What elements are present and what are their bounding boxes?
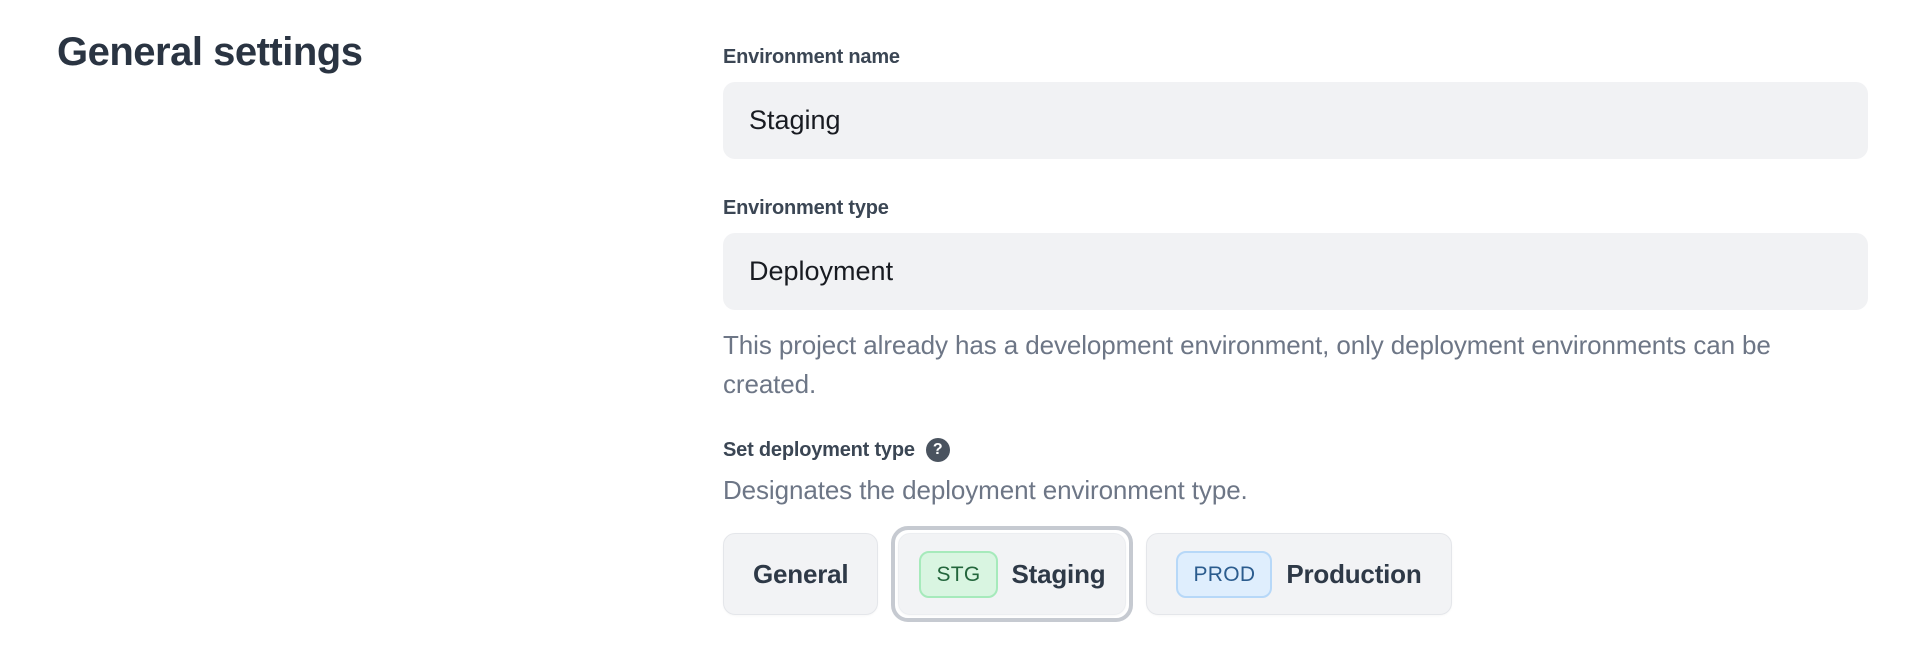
deployment-type-options: General STG Staging PROD Production xyxy=(723,526,1868,622)
environment-type-help-text: This project already has a development e… xyxy=(723,326,1868,404)
environment-name-input[interactable] xyxy=(723,82,1868,159)
production-badge: PROD xyxy=(1176,551,1272,598)
option-general-label: General xyxy=(753,559,848,590)
page-title: General settings xyxy=(57,30,723,75)
option-production-button[interactable]: PROD Production xyxy=(1146,533,1451,615)
staging-badge: STG xyxy=(919,551,997,598)
option-production-label: Production xyxy=(1286,559,1421,590)
question-mark-icon[interactable]: ? xyxy=(926,438,950,462)
environment-name-label: Environment name xyxy=(723,46,1868,69)
deployment-type-description: Designates the deployment environment ty… xyxy=(723,475,1868,506)
deployment-type-label: Set deployment type xyxy=(723,439,915,462)
option-staging-button[interactable]: STG Staging xyxy=(898,533,1126,615)
option-staging-label: Staging xyxy=(1012,559,1106,590)
environment-type-input[interactable] xyxy=(723,233,1868,310)
settings-form: Environment name Environment type This p… xyxy=(723,0,1868,622)
option-staging-selected-ring: STG Staging xyxy=(891,526,1133,622)
deployment-type-label-row: Set deployment type ? xyxy=(723,438,1868,462)
settings-left-column: General settings xyxy=(0,0,723,622)
option-general-button[interactable]: General xyxy=(723,533,878,615)
settings-page: General settings Environment name Enviro… xyxy=(0,0,1916,622)
environment-type-label: Environment type xyxy=(723,197,1868,220)
